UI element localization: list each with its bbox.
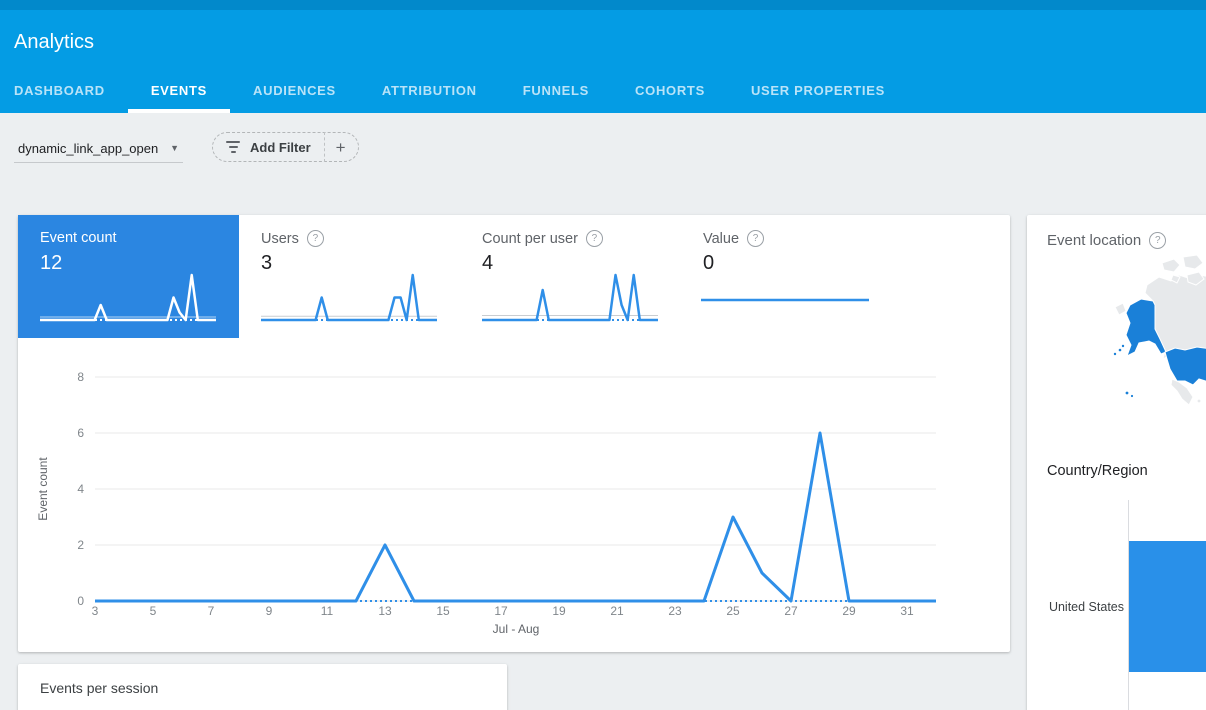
add-filter-button[interactable]: Add Filter + (212, 132, 359, 162)
map-island-dot (1119, 349, 1122, 352)
map-russia-edge (1115, 303, 1126, 315)
app-header: Analytics DASHBOARD EVENTS AUDIENCES ATT… (0, 10, 1206, 113)
help-icon[interactable]: ? (1149, 232, 1166, 249)
map-arctic-island (1183, 255, 1203, 269)
svg-text:3: 3 (92, 604, 99, 618)
svg-text:Jul - Aug: Jul - Aug (493, 622, 540, 636)
svg-text:31: 31 (900, 604, 914, 618)
event-location-card: Event location? (1027, 215, 1206, 710)
tab-cohorts[interactable]: COHORTS (612, 69, 728, 113)
svg-text:17: 17 (494, 604, 508, 618)
main-nav: DASHBOARD EVENTS AUDIENCES ATTRIBUTION F… (0, 69, 908, 113)
metric-tab-users[interactable]: Users? 3 (239, 215, 460, 338)
selected-event-name: dynamic_link_app_open (14, 141, 158, 156)
analytics-events-page: Analytics DASHBOARD EVENTS AUDIENCES ATT… (0, 0, 1206, 710)
metric-tabs: Event count 12 Users? 3 Count per user? … (18, 215, 902, 338)
map-arctic-island (1162, 259, 1180, 272)
card-title: Events per session (40, 680, 158, 696)
events-per-session-card: Events per session (18, 664, 507, 710)
tab-user-properties[interactable]: USER PROPERTIES (728, 69, 908, 113)
users-sparkline (239, 215, 460, 338)
tab-attribution[interactable]: ATTRIBUTION (359, 69, 500, 113)
plus-icon: + (336, 139, 346, 156)
map-island-dot (1198, 400, 1201, 403)
event-selector-dropdown[interactable]: dynamic_link_app_open ▼ (14, 134, 183, 163)
svg-text:5: 5 (150, 604, 157, 618)
tab-audiences[interactable]: AUDIENCES (230, 69, 359, 113)
svg-text:Event count: Event count (36, 457, 50, 521)
card-title: Event location? (1047, 232, 1166, 249)
svg-text:25: 25 (726, 604, 740, 618)
svg-text:4: 4 (77, 482, 84, 496)
value-sparkline (681, 215, 902, 338)
map-united-states (1165, 347, 1206, 385)
map-hawaii-dot (1131, 395, 1133, 397)
count-per-user-sparkline (460, 215, 681, 338)
svg-text:27: 27 (784, 604, 798, 618)
svg-text:0: 0 (77, 594, 84, 608)
svg-text:13: 13 (378, 604, 392, 618)
bar-label-united-states: United States (1034, 600, 1124, 614)
svg-text:29: 29 (842, 604, 856, 618)
caret-down-icon: ▼ (170, 143, 183, 153)
metric-tab-count-per-user[interactable]: Count per user? 4 (460, 215, 681, 338)
svg-text:7: 7 (208, 604, 215, 618)
svg-text:8: 8 (77, 370, 84, 384)
top-strip (0, 0, 1206, 10)
event-count-line-chart[interactable]: 0 2 4 6 8 3 5 7 9 11 13 15 17 19 21 23 25 27 29 31 Jul - Aug… (18, 357, 1010, 649)
metric-tab-value[interactable]: Value? 0 (681, 215, 902, 338)
svg-text:2: 2 (77, 538, 84, 552)
bar-united-states[interactable] (1129, 541, 1206, 672)
event-metrics-card: Event count 12 Users? 3 Count per user? … (18, 215, 1010, 652)
map-island-dot (1122, 345, 1124, 347)
svg-text:9: 9 (266, 604, 273, 618)
add-filter-label: Add Filter (250, 140, 311, 155)
svg-text:19: 19 (552, 604, 566, 618)
metric-tab-event-count[interactable]: Event count 12 (18, 215, 239, 338)
tab-dashboard[interactable]: DASHBOARD (0, 69, 128, 113)
divider (324, 132, 325, 162)
svg-text:23: 23 (668, 604, 682, 618)
svg-text:15: 15 (436, 604, 450, 618)
tab-funnels[interactable]: FUNNELS (500, 69, 612, 113)
map-island-dot (1114, 353, 1116, 355)
world-map[interactable] (1027, 255, 1206, 450)
svg-text:6: 6 (77, 426, 84, 440)
country-region-header: Country/Region (1047, 463, 1148, 479)
filter-icon (225, 141, 241, 153)
tab-events[interactable]: EVENTS (128, 69, 230, 113)
svg-text:11: 11 (321, 604, 334, 618)
svg-text:21: 21 (610, 604, 624, 618)
page-title: Analytics (14, 30, 94, 54)
map-hawaii-dot (1126, 392, 1129, 395)
event-count-sparkline (18, 215, 239, 338)
